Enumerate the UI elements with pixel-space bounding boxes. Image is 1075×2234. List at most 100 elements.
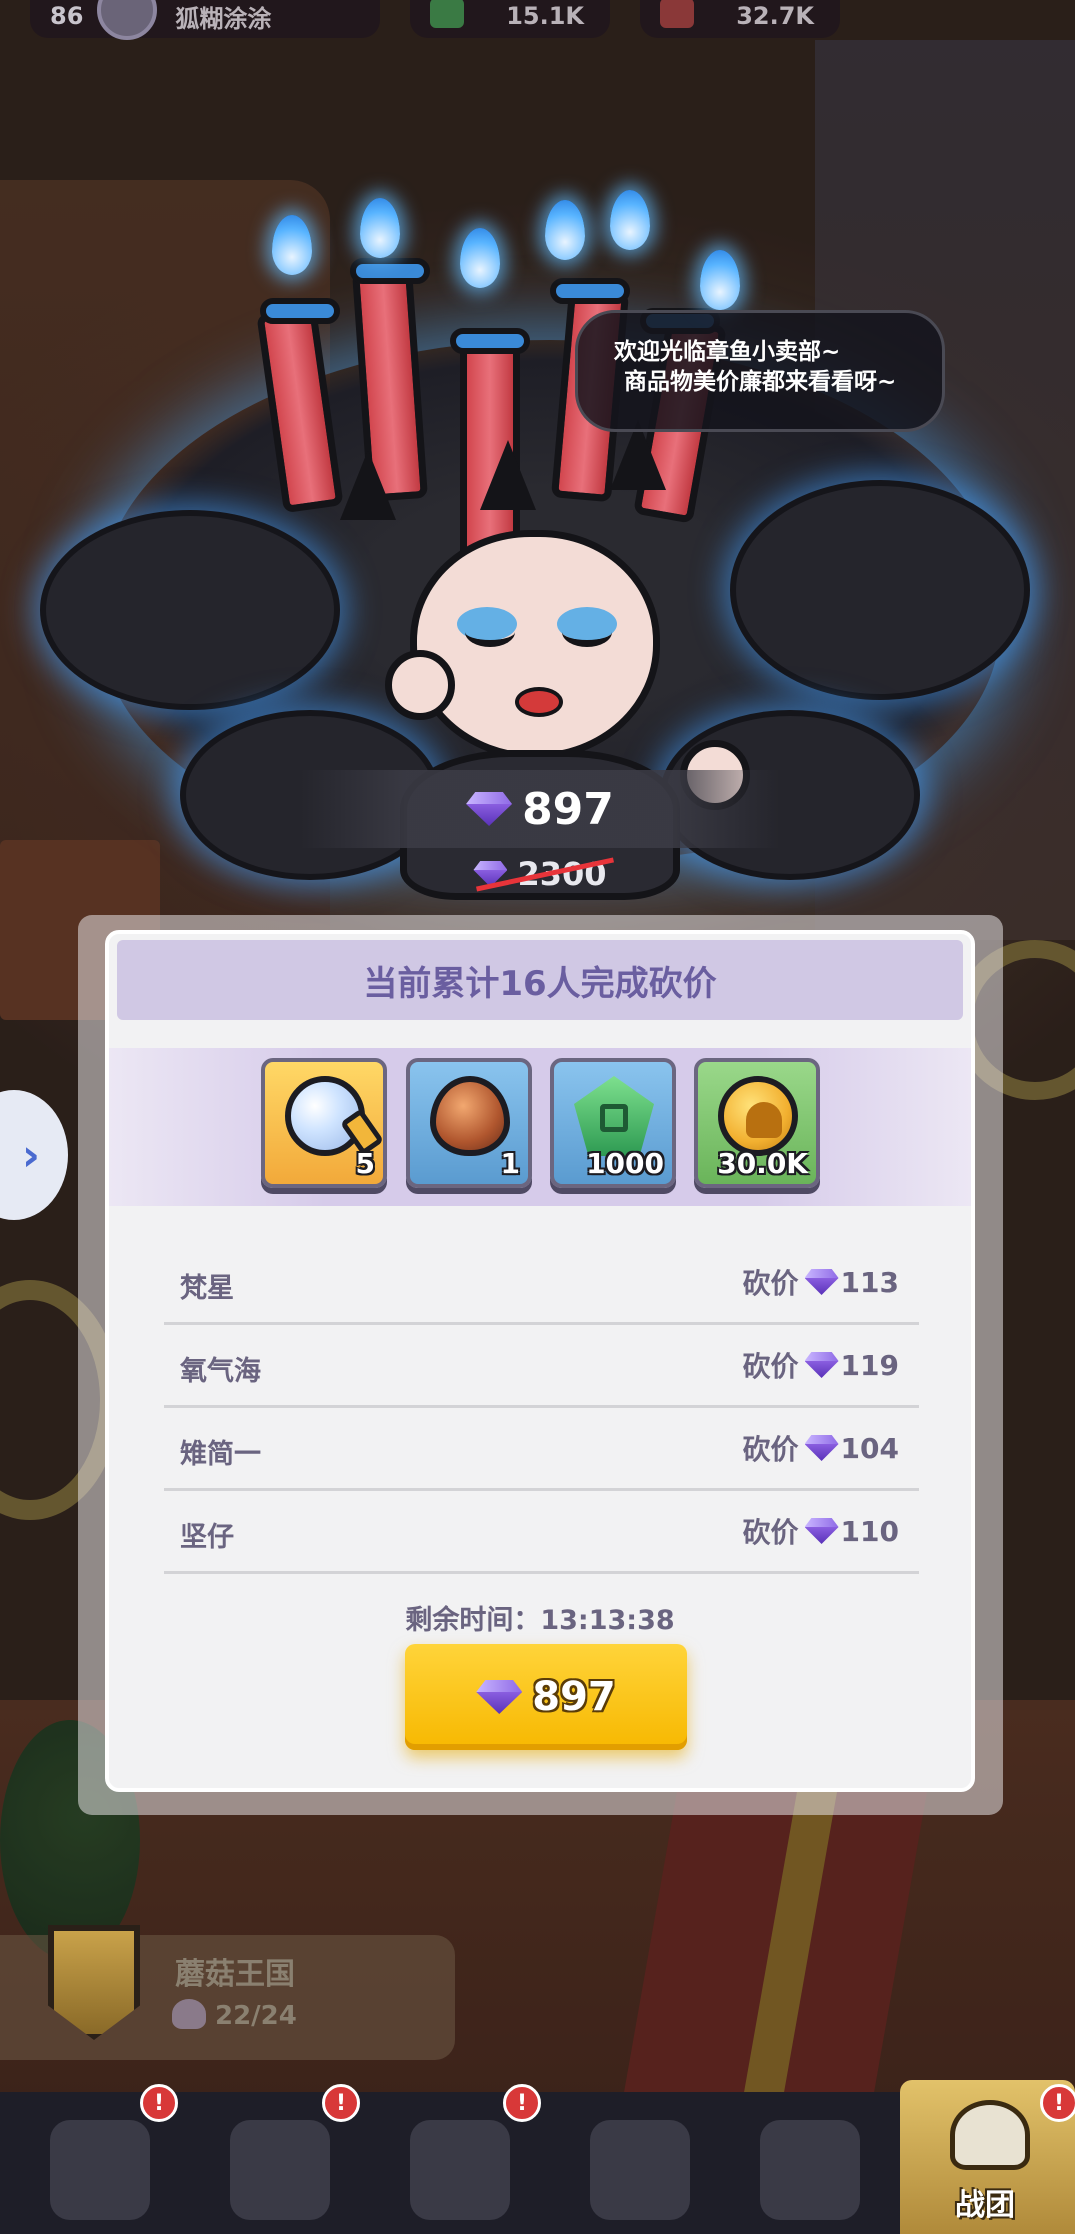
reward-item[interactable]: 5 bbox=[261, 1058, 387, 1188]
gold-coin-icon bbox=[718, 1076, 798, 1156]
bargainer-name: 梵星 bbox=[180, 1273, 234, 1304]
blue-flame bbox=[272, 215, 312, 275]
alert-badge: ! bbox=[140, 2084, 178, 2122]
reward-qty: 30.0K bbox=[717, 1147, 808, 1180]
green-gem-icon bbox=[574, 1076, 654, 1156]
bargainer-name: 雉简一 bbox=[180, 1439, 261, 1470]
cards-icon bbox=[50, 2120, 150, 2220]
mushroom-egg-icon bbox=[430, 1076, 510, 1156]
reward-item[interactable]: 30.0K bbox=[694, 1058, 820, 1188]
nav-castle[interactable] bbox=[560, 2120, 710, 2234]
bargain-row: 梵星 砍价 113 bbox=[164, 1242, 919, 1325]
player-level: 86 bbox=[50, 2, 84, 30]
bargain-amount: 砍价 104 bbox=[743, 1428, 899, 1468]
diamond-icon bbox=[805, 1352, 839, 1378]
blue-flame bbox=[545, 200, 585, 260]
closed-eye bbox=[562, 617, 612, 647]
nav-cards[interactable] bbox=[20, 2120, 170, 2234]
diamond-icon bbox=[805, 1269, 839, 1295]
bargain-label: 砍价 bbox=[742, 1267, 799, 1300]
alert-badge: ! bbox=[1040, 2084, 1075, 2122]
green-resource-value: 15.1K bbox=[506, 2, 584, 30]
diamond-icon bbox=[466, 792, 512, 826]
nav-heroes[interactable] bbox=[200, 2120, 350, 2234]
castle-icon bbox=[590, 2120, 690, 2220]
diamond-icon bbox=[805, 1518, 839, 1544]
character-hand bbox=[385, 650, 455, 720]
greeting-line-1: 欢迎光临章鱼小卖部~ bbox=[614, 339, 841, 365]
bargain-amount: 砍价 119 bbox=[743, 1345, 899, 1385]
green-gem-icon bbox=[430, 0, 464, 28]
shield-icon bbox=[48, 1925, 140, 2040]
closed-eye bbox=[465, 617, 515, 647]
current-price: 897 bbox=[300, 770, 780, 848]
original-price: 2300 bbox=[300, 852, 780, 896]
red-resource-value: 32.7K bbox=[736, 2, 814, 30]
candle-wax bbox=[550, 278, 630, 304]
mouth bbox=[515, 687, 563, 717]
bargainer-name: 氧气海 bbox=[180, 1356, 261, 1387]
mushroom-icon bbox=[760, 2120, 860, 2220]
player-info[interactable]: 86 狐糊涂涂 bbox=[30, 0, 380, 40]
bargain-panel: 当前累计16人完成砍价 5 1 1000 30.0K 梵星 砍价 113 氧气海… bbox=[105, 930, 975, 1792]
bargain-label: 砍价 bbox=[742, 1433, 799, 1466]
bargain-label: 砍价 bbox=[742, 1516, 799, 1549]
bargain-amount: 砍价 113 bbox=[743, 1262, 899, 1302]
greeting-line-2: 商品物美价廉都来看看呀~ bbox=[624, 369, 897, 395]
bargain-count-header: 当前累计16人完成砍价 bbox=[117, 940, 963, 1020]
player-name: 狐糊涂涂 bbox=[175, 4, 272, 33]
bargain-value: 110 bbox=[840, 1514, 899, 1548]
character-face bbox=[410, 530, 660, 760]
reward-qty: 1 bbox=[500, 1147, 520, 1180]
alert-badge: ! bbox=[503, 2084, 541, 2122]
diamond-icon bbox=[805, 1435, 839, 1461]
nav-guild-active[interactable]: 战团 ! bbox=[900, 2080, 1075, 2234]
bargain-value: 119 bbox=[840, 1348, 899, 1382]
blue-flame bbox=[460, 228, 500, 288]
speech-bubble: 欢迎光临章鱼小卖部~ 商品物美价廉都来看看呀~ bbox=[575, 310, 945, 432]
book-icon bbox=[410, 2120, 510, 2220]
candle-wax bbox=[260, 298, 340, 324]
bargain-amount: 砍价 110 bbox=[743, 1511, 899, 1551]
nav-shop[interactable] bbox=[730, 2120, 880, 2234]
reward-qty: 5 bbox=[355, 1147, 375, 1180]
kingdom-name: 蘑菇王国 bbox=[175, 1957, 295, 1992]
bargain-row: 坚仔 砍价 110 bbox=[164, 1491, 919, 1574]
reward-strip: 5 1 1000 30.0K bbox=[109, 1048, 971, 1206]
reward-qty: 1000 bbox=[586, 1147, 664, 1180]
reward-item[interactable]: 1000 bbox=[550, 1058, 676, 1188]
candle-wax bbox=[450, 328, 530, 354]
bargain-row: 雉简一 砍价 104 bbox=[164, 1408, 919, 1491]
current-price-value: 897 bbox=[522, 783, 614, 835]
reward-item[interactable]: 1 bbox=[406, 1058, 532, 1188]
bargain-list: 梵星 砍价 113 氧气海 砍价 119 雉简一 砍价 104 坚仔 砍价 11… bbox=[164, 1242, 919, 1574]
buy-price: 897 bbox=[532, 1674, 616, 1720]
buy-button[interactable]: 897 bbox=[405, 1644, 687, 1750]
avatar bbox=[97, 0, 158, 40]
price-display: 897 2300 bbox=[300, 770, 780, 900]
remaining-time: 剩余时间：13:13:38 bbox=[405, 1605, 675, 1636]
coin-emblem bbox=[746, 1102, 782, 1138]
hero-icon bbox=[230, 2120, 330, 2220]
nav-book[interactable] bbox=[380, 2120, 530, 2234]
mushroom-icon bbox=[172, 1999, 206, 2029]
bargain-value: 113 bbox=[840, 1265, 899, 1299]
blue-flame bbox=[700, 250, 740, 310]
alert-badge: ! bbox=[322, 2084, 360, 2122]
bargain-value: 104 bbox=[840, 1431, 899, 1465]
hair-curl-left bbox=[40, 510, 340, 710]
diamond-icon bbox=[476, 1680, 522, 1714]
kingdom-count: 22/24 bbox=[215, 2001, 297, 2031]
candle-wax bbox=[350, 258, 430, 284]
hair-curl-right bbox=[730, 480, 1030, 700]
kingdom-card[interactable]: 蘑菇王国 22/24 bbox=[0, 1925, 455, 2060]
crown-spike bbox=[340, 450, 396, 520]
gem-emblem bbox=[600, 1104, 628, 1132]
top-status-bar: 86 狐糊涂涂 15.1K 32.7K bbox=[0, 0, 1075, 44]
red-resource-pill[interactable]: 32.7K bbox=[640, 0, 840, 38]
green-resource-pill[interactable]: 15.1K bbox=[410, 0, 610, 38]
crown-spike bbox=[480, 440, 536, 510]
blue-flame bbox=[610, 190, 650, 250]
blue-flame bbox=[360, 198, 400, 258]
guild-icon bbox=[950, 2100, 1030, 2170]
